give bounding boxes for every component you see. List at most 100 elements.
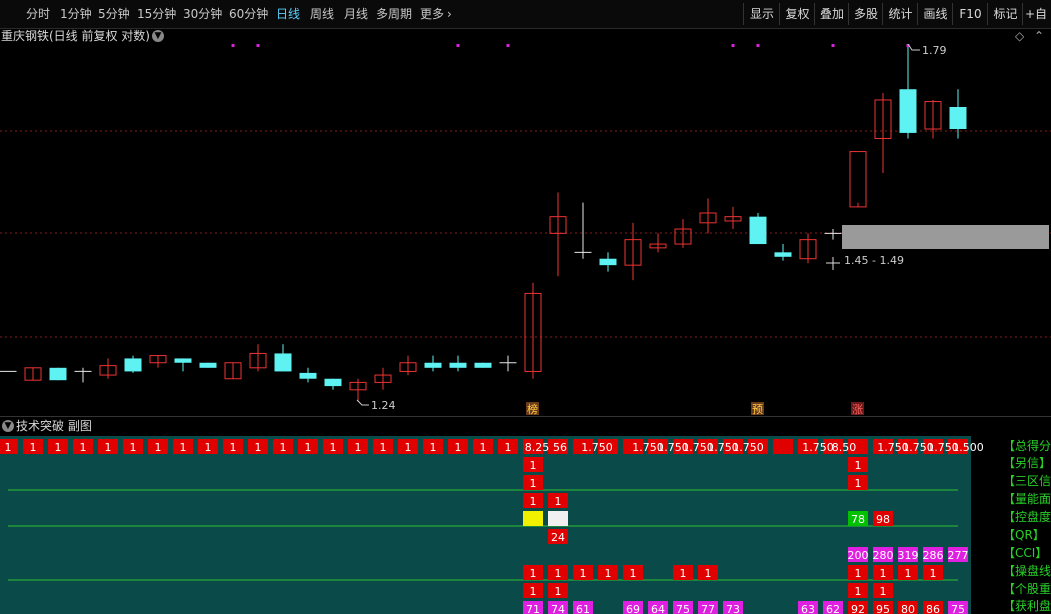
multi-stock-button[interactable]: 多股 <box>848 3 883 25</box>
statistics-button[interactable]: 统计 <box>882 3 918 25</box>
indicator-value: 75 <box>951 603 965 614</box>
indicator-value: 78 <box>851 513 865 526</box>
period-tab-15min[interactable]: 15分钟 <box>137 0 176 28</box>
indicator-value: 1 <box>630 567 637 580</box>
candle-body <box>749 216 767 245</box>
side-label-total-score: 【总得分 <box>1003 439 1051 453</box>
indicator-value: 1 <box>580 567 587 580</box>
period-tab-fenshi[interactable]: 分时 <box>26 0 50 28</box>
marker-yu[interactable]: 预 <box>752 403 763 416</box>
candle-body <box>174 358 192 363</box>
side-label-stock-weight: 【个股重 <box>1003 582 1051 596</box>
indicator-value: 1 <box>455 441 462 454</box>
indicator-value: 77 <box>701 603 715 614</box>
overlay-button[interactable]: 叠加 <box>814 3 849 25</box>
period-tab-monthly[interactable]: 月线 <box>344 0 368 28</box>
diamond-icon[interactable]: ◇ <box>1015 29 1024 43</box>
indicator-value: 1 <box>605 567 612 580</box>
indicator-cell <box>523 511 543 526</box>
indicator-value: 1 <box>55 441 62 454</box>
indicator-value: 1 <box>205 441 212 454</box>
indicator-value: 1 <box>930 567 937 580</box>
signal-dot <box>506 44 510 47</box>
indicator-value: 1 <box>880 567 887 580</box>
signal-dot <box>756 44 760 47</box>
candle-body <box>424 362 442 368</box>
signal-dot <box>456 44 460 47</box>
mark-button[interactable]: 标记 <box>987 3 1023 25</box>
indicator-value: 1 <box>280 441 287 454</box>
indicator-value: 24 <box>551 531 565 544</box>
period-tab-30min[interactable]: 30分钟 <box>183 0 222 28</box>
candle-body <box>49 367 67 381</box>
indicator-value: 1 <box>855 567 862 580</box>
f10-button[interactable]: F10 <box>952 3 988 25</box>
period-tab-5min[interactable]: 5分钟 <box>98 0 130 28</box>
indicator-value: 1 <box>180 441 187 454</box>
event-markers: 榜 预 涨 <box>526 402 864 416</box>
period-tab-1min[interactable]: 1分钟 <box>60 0 92 28</box>
period-tab-multi[interactable]: 多周期 <box>376 0 412 28</box>
indicator-value: 200 <box>848 549 869 562</box>
signal-dot <box>256 44 260 47</box>
indicator-value: 1 <box>155 441 162 454</box>
range-price-label: 1.45 - 1.49 <box>844 254 904 267</box>
indicator-value: 286 <box>923 549 944 562</box>
signal-dot <box>731 44 735 47</box>
period-tab-more[interactable]: 更多 <box>420 0 444 28</box>
indicator-value: 1 <box>855 459 862 472</box>
indicator-value: 1 <box>530 459 537 472</box>
side-label-cci: 【CCI】 <box>1003 546 1048 560</box>
indicator-value: 86 <box>926 603 940 614</box>
indicator-value: 1 <box>380 441 387 454</box>
chart-title-row: 重庆钢铁(日线 前复权 对数) ▼ ◇ ⌃ <box>0 28 1051 44</box>
indicator-value: 1 <box>430 441 437 454</box>
indicator-value: 69 <box>626 603 640 614</box>
indicator-row-label: 1.500 <box>952 441 984 454</box>
indicator-panel[interactable]: 1 1 1 1 1 1 1 1 1 1 1 1 1 1 1 1 1 1 1 1 1 8.25 56 1.750 1.750 1.7… <box>0 436 1003 614</box>
chevron-down-icon[interactable]: ▼ <box>2 420 14 432</box>
indicator-row-label: 1.750 <box>802 441 834 454</box>
side-label-operate-line: 【操盘线 <box>1003 564 1051 578</box>
candlestick-chart[interactable]: 1.79 1.24 1.45 - 1.49 榜 预 涨 <box>0 44 1051 416</box>
add-watchlist-button[interactable]: +自选 <box>1022 3 1051 25</box>
indicator-value: 98 <box>876 513 890 526</box>
chevron-right-icon[interactable]: › <box>447 0 452 28</box>
indicator-value: 1 <box>330 441 337 454</box>
display-button[interactable]: 显示 <box>743 3 780 25</box>
indicator-row-label: 1.750 <box>732 441 764 454</box>
subpanel-title: 技术突破 副图 <box>16 419 92 433</box>
candle-body <box>274 353 292 372</box>
indicator-value: 1 <box>530 585 537 598</box>
subpanel-header: ▼ 技术突破 副图 <box>0 416 1051 435</box>
indicator-row-label: 8.50 <box>832 441 857 454</box>
indicator-value: 1 <box>530 567 537 580</box>
indicator-value: 73 <box>726 603 740 614</box>
side-label-three-zone: 【三区信 <box>1003 474 1051 488</box>
period-tab-daily[interactable]: 日线 <box>276 0 300 28</box>
indicator-value: 1 <box>555 585 562 598</box>
draw-line-button[interactable]: 画线 <box>917 3 953 25</box>
indicator-value: 80 <box>901 603 915 614</box>
period-tab-60min[interactable]: 60分钟 <box>229 0 268 28</box>
marker-zhang[interactable]: 涨 <box>852 403 863 416</box>
adjust-button[interactable]: 复权 <box>779 3 815 25</box>
period-tab-weekly[interactable]: 周线 <box>310 0 334 28</box>
indicator-value: 74 <box>551 603 565 614</box>
indicator-row-label: 56 <box>553 441 567 454</box>
collapse-up-icon[interactable]: ⌃ <box>1034 29 1044 43</box>
marker-bang[interactable]: 榜 <box>527 402 538 416</box>
side-label-volume: 【量能面 <box>1003 492 1051 506</box>
indicator-value: 63 <box>801 603 815 614</box>
indicator-row-label: 8.25 <box>525 441 550 454</box>
indicator-cell <box>773 439 793 454</box>
indicator-value: 1 <box>880 585 887 598</box>
chart-title: 重庆钢铁(日线 前复权 对数) <box>1 29 150 43</box>
high-annotation: 1.79 <box>907 44 947 57</box>
indicator-value: 1 <box>555 567 562 580</box>
candle-body <box>474 362 492 368</box>
candle-body <box>899 89 917 133</box>
chevron-down-icon[interactable]: ▼ <box>152 30 164 42</box>
period-toolbar: 分时 1分钟 5分钟 15分钟 30分钟 60分钟 日线 周线 月线 多周期 更… <box>0 0 1051 29</box>
indicator-value: 1 <box>130 441 137 454</box>
